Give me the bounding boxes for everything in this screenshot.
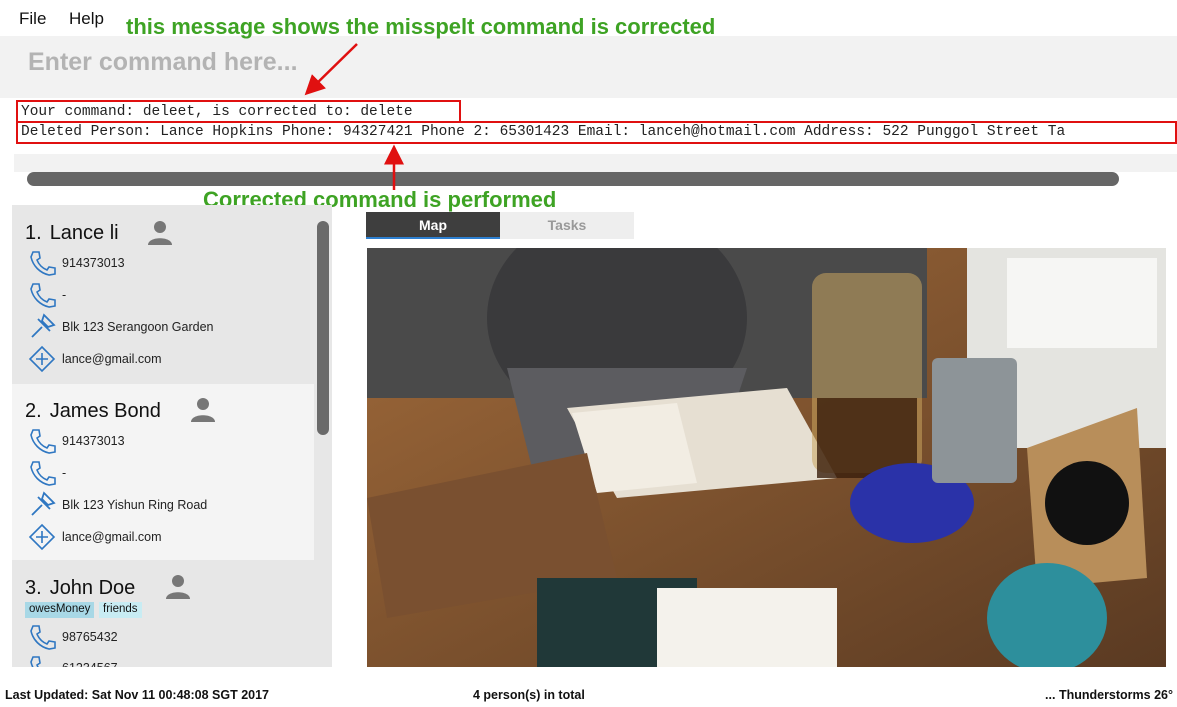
menu-help[interactable]: Help: [69, 9, 104, 29]
address-row: Blk 123 Yishun Ring Road: [28, 491, 308, 519]
person-card[interactable]: 2. James Bond 914373013 - Blk 123 Yishun …: [12, 384, 314, 560]
phone2-row: -: [28, 459, 308, 487]
person-index: 2.: [25, 400, 42, 422]
address-text: Blk 123 Yishun Ring Road: [62, 498, 208, 512]
result-footer: [14, 154, 1177, 172]
person-icon: [191, 398, 215, 422]
status-weather: ... Thunderstorms 26°: [1045, 688, 1173, 702]
person-icon: [166, 575, 190, 599]
result-deleted-line: Deleted Person: Lance Hopkins Phone: 943…: [21, 124, 1066, 140]
tab-tasks[interactable]: Tasks: [500, 212, 634, 239]
phone2-text: -: [62, 466, 67, 480]
phone2-row: -: [28, 281, 308, 309]
person-name: John Doe: [49, 577, 136, 599]
phone-icon: [30, 251, 56, 276]
email-row: lance@gmail.com: [28, 345, 308, 373]
person-name: Lance li: [49, 222, 119, 244]
map-panel-photo: [367, 248, 1166, 667]
person-name-row: 3. John Doe: [25, 577, 143, 600]
menu-file[interactable]: File: [19, 9, 46, 29]
person-name-row: 1. Lance li: [25, 222, 127, 245]
desk-photo: [367, 248, 1166, 667]
tag: owesMoney: [25, 602, 95, 618]
command-box: [0, 36, 1177, 98]
person-list[interactable]: 1. Lance li 914373013 - Blk 123 Serangoon…: [12, 205, 332, 667]
email-text: lance@gmail.com: [62, 352, 162, 366]
email-icon: [28, 345, 56, 373]
phone2-row: 61234567: [28, 654, 308, 667]
person-card[interactable]: 1. Lance li 914373013 - Blk 123 Serangoon…: [12, 205, 314, 383]
phone-icon: [30, 461, 56, 486]
person-index: 1.: [25, 222, 42, 244]
command-input[interactable]: [28, 48, 728, 77]
list-scrollbar[interactable]: [317, 221, 329, 435]
result-display: Your command: deleet, is corrected to: d…: [14, 98, 1177, 154]
tab-bar: Map Tasks: [366, 212, 634, 239]
annotation-top: this message shows the misspelt command …: [126, 14, 716, 39]
result-correction-line: Your command: deleet, is corrected to: d…: [21, 104, 413, 120]
phone2-text: -: [62, 288, 67, 302]
phone-text: 914373013: [62, 256, 125, 270]
tag: friends: [99, 602, 142, 618]
phone-row: 914373013: [28, 427, 308, 455]
person-name: James Bond: [49, 400, 161, 422]
email-icon: [28, 523, 56, 551]
person-name-row: 2. James Bond: [25, 400, 169, 423]
phone-row: 914373013: [28, 249, 308, 277]
phone-text: 914373013: [62, 434, 125, 448]
status-bar: Last Updated: Sat Nov 11 00:48:08 SGT 20…: [0, 682, 1177, 707]
address-icon: [31, 313, 56, 338]
phone2-text: 61234567: [62, 661, 118, 667]
person-card[interactable]: 3. John Doe owesMoney friends 98765432 61…: [12, 561, 314, 667]
address-icon: [31, 491, 56, 516]
phone-icon: [30, 656, 41, 667]
email-row: lance@gmail.com: [28, 523, 308, 551]
email-text: lance@gmail.com: [62, 530, 162, 544]
result-scrollbar[interactable]: [27, 172, 1119, 186]
address-row: Blk 123 Serangoon Garden: [28, 313, 308, 341]
person-index: 3.: [25, 577, 42, 599]
phone-text: 98765432: [62, 630, 118, 644]
phone-icon: [30, 283, 56, 308]
address-text: Blk 123 Serangoon Garden: [62, 320, 214, 334]
phone-row: 98765432: [28, 623, 308, 651]
phone-icon: [30, 429, 56, 454]
tab-map[interactable]: Map: [366, 212, 500, 239]
status-last-updated: Last Updated: Sat Nov 11 00:48:08 SGT 20…: [5, 688, 269, 702]
person-icon: [148, 221, 172, 245]
phone-icon: [30, 625, 56, 650]
tag-row: owesMoney friends: [25, 602, 225, 618]
status-person-count: 4 person(s) in total: [473, 688, 585, 702]
